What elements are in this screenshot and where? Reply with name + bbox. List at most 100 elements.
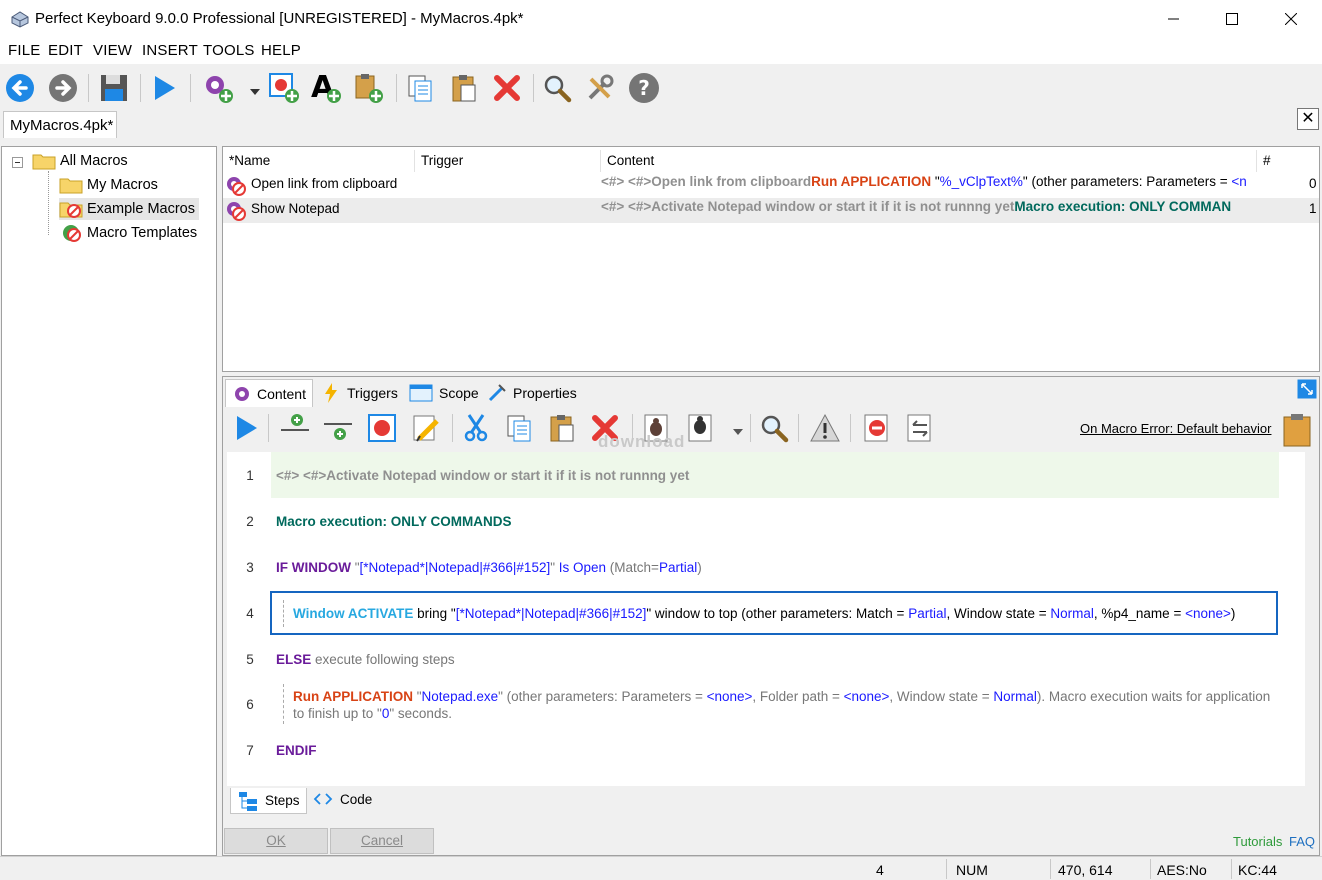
document-tab[interactable]: MyMacros.4pk* [3, 111, 117, 138]
column-header-content[interactable]: Content [601, 150, 1257, 172]
tab-properties[interactable]: Properties [481, 379, 583, 407]
column-header-trigger[interactable]: Trigger [415, 150, 601, 172]
disable-step-icon[interactable] [859, 410, 895, 446]
step-row[interactable]: 6 Run APPLICATION "Notepad.exe" (other p… [227, 680, 1305, 730]
macro-count: 0 [1309, 176, 1317, 191]
new-clipboard-icon[interactable] [350, 70, 386, 106]
menu-help[interactable]: HELP [261, 42, 301, 59]
step-comment: <#> <#>Activate Notepad window or start … [276, 468, 690, 483]
record-icon[interactable] [364, 410, 400, 446]
warning-icon[interactable] [807, 410, 843, 446]
tab-label: Triggers [347, 385, 398, 401]
maximize-button[interactable] [1203, 0, 1261, 38]
menu-insert[interactable]: INSERT [142, 42, 198, 59]
status-separator [1050, 859, 1051, 879]
tutorials-link[interactable]: Tutorials [1233, 834, 1282, 849]
new-recorder-icon[interactable] [266, 70, 302, 106]
menu-view[interactable]: VIEW [93, 42, 132, 59]
save-icon[interactable] [96, 70, 132, 106]
replace-step-icon[interactable] [902, 410, 938, 446]
toolbar-separator [750, 414, 751, 442]
faq-link[interactable]: FAQ [1289, 834, 1315, 849]
step-row[interactable]: 7 ENDIF [227, 736, 1305, 766]
on-error-link[interactable]: On Macro Error: Default behavior [1080, 421, 1271, 436]
tab-triggers[interactable]: Triggers [317, 379, 404, 407]
step-row[interactable]: 5 ELSE execute following steps [227, 642, 1305, 678]
menu-tools[interactable]: TOOLS [203, 42, 255, 59]
disabled-template-icon [59, 224, 83, 242]
back-button[interactable] [2, 70, 38, 106]
run-step-button[interactable] [228, 410, 264, 446]
line-number: 6 [246, 697, 254, 712]
tab-steps[interactable]: Steps [230, 788, 307, 814]
step-row[interactable]: 1 <#> <#>Activate Notepad window or star… [227, 452, 1305, 498]
tree-node-macro-templates[interactable]: Macro Templates [59, 222, 197, 244]
tab-code[interactable]: Code [307, 786, 378, 812]
dropdown-arrow-icon[interactable] [733, 424, 743, 440]
tools-icon[interactable] [582, 70, 618, 106]
step-row[interactable]: 3 IF WINDOW "[*Notepad*|Notepad|#366|#15… [227, 548, 1305, 588]
ok-button[interactable]: OK [224, 828, 328, 854]
paste-step-icon[interactable] [544, 410, 580, 446]
forward-button[interactable] [45, 70, 81, 106]
title-bar: Perfect Keyboard 9.0.0 Professional [UNR… [0, 0, 1322, 38]
collapse-icon[interactable] [12, 155, 23, 171]
close-button[interactable] [1262, 0, 1320, 38]
new-text-icon[interactable]: A [308, 70, 344, 106]
macro-row[interactable]: Open link from clipboard <#> <#>Open lin… [223, 173, 1319, 198]
toolbar-separator [190, 74, 191, 102]
tab-content[interactable]: Content [225, 379, 313, 407]
search-icon[interactable] [539, 70, 575, 106]
step-text: Run APPLICATION "Notepad.exe" (other par… [293, 689, 1271, 704]
step-row-selected[interactable]: 4 Window ACTIVATE bring "[*Notepad*|Note… [227, 590, 1305, 636]
step-row[interactable]: 2 Macro execution: ONLY COMMANDS [227, 502, 1305, 542]
folder-icon [59, 176, 83, 194]
column-header-name[interactable]: *Name [223, 150, 415, 172]
toolbar-separator [140, 74, 141, 102]
edit-step-icon[interactable] [408, 410, 444, 446]
line-number: 4 [246, 606, 254, 621]
disabled-folder-icon [59, 200, 83, 218]
menu-edit[interactable]: EDIT [48, 42, 83, 59]
paste-icon[interactable] [446, 70, 482, 106]
find-step-icon[interactable] [756, 410, 792, 446]
insert-step-below-icon[interactable] [320, 410, 356, 446]
indent-guide [283, 684, 284, 724]
properties-icon [488, 384, 506, 402]
status-bar: 4 NUM 470, 614 AES:No KC:44 [0, 856, 1322, 880]
clipboard-icon[interactable] [1279, 412, 1315, 448]
new-macro-gear-icon[interactable] [200, 70, 236, 106]
tree-label: Example Macros [87, 201, 195, 217]
tab-label: Code [340, 791, 373, 807]
app-icon [10, 9, 30, 32]
status-keycode: KC:44 [1238, 862, 1277, 878]
cancel-button[interactable]: Cancel [330, 828, 434, 854]
tree-line [48, 171, 49, 235]
delete-icon[interactable] [489, 70, 525, 106]
tree-node-my-macros[interactable]: My Macros [59, 174, 158, 196]
cut-icon[interactable] [458, 410, 494, 446]
tree-node-example-macros[interactable]: Example Macros [59, 198, 199, 220]
insert-step-above-icon[interactable] [277, 410, 313, 446]
menu-file[interactable]: FILE [8, 42, 40, 59]
run-macro-button[interactable] [146, 70, 182, 106]
window-icon [409, 384, 433, 402]
close-tab-icon[interactable]: ✕ [1297, 108, 1319, 130]
debug-run-icon[interactable] [682, 410, 718, 446]
macro-row[interactable]: Show Notepad <#> <#>Activate Notepad win… [223, 198, 1319, 223]
disabled-macro-gear-icon [225, 175, 247, 200]
status-aes: AES:No [1157, 862, 1207, 878]
tab-scope[interactable]: Scope [403, 379, 485, 407]
column-header-count[interactable]: # [1257, 150, 1319, 172]
tree-node-all-macros[interactable]: All Macros [32, 150, 128, 172]
tab-label: Scope [439, 385, 479, 401]
main-toolbar: A ? [0, 64, 1322, 112]
window-title: Perfect Keyboard 9.0.0 Professional [UNR… [35, 10, 524, 27]
step-text: IF WINDOW "[*Notepad*|Notepad|#366|#152]… [276, 560, 702, 575]
dropdown-arrow-icon[interactable] [250, 84, 260, 100]
help-icon[interactable]: ? [626, 70, 662, 106]
minimize-button[interactable] [1145, 0, 1203, 38]
maximize-panel-icon[interactable] [1297, 379, 1317, 402]
copy-icon[interactable] [402, 70, 438, 106]
copy-step-icon[interactable] [501, 410, 537, 446]
